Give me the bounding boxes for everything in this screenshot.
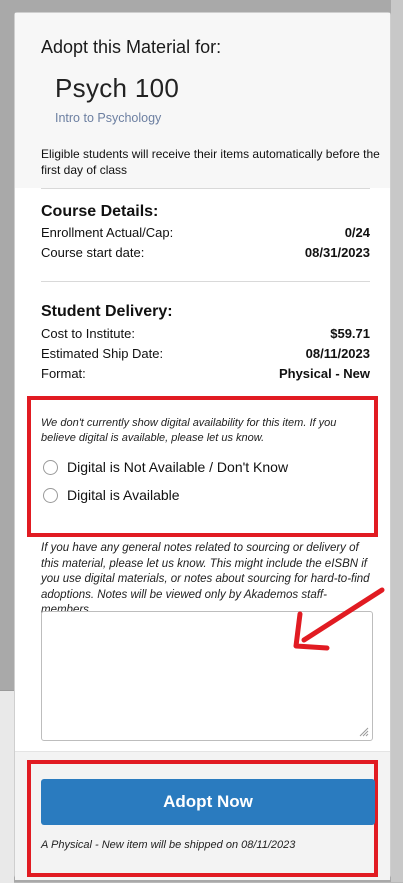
radio-digital-not-available[interactable]: Digital is Not Available / Don't Know [43,459,288,475]
background-panel [0,690,14,883]
radio-circle-icon[interactable] [43,459,58,475]
divider [41,188,370,189]
detail-row: Enrollment Actual/Cap: 0/24 [41,225,370,240]
delivery-row: Cost to Institute: $59.71 [41,326,370,341]
delivery-value: Physical - New [278,366,370,381]
adopt-now-button[interactable]: Adopt Now [41,779,375,825]
radio-label: Digital is Not Available / Don't Know [67,459,289,475]
radio-label: Digital is Available [67,487,180,503]
detail-label: Enrollment Actual/Cap: [41,225,174,240]
digital-availability-note: We don't currently show digital availabi… [41,417,337,444]
notes-textarea[interactable] [41,611,373,741]
delivery-row: Format: Physical - New [41,366,370,381]
radio-circle-icon[interactable] [43,487,58,503]
detail-row: Course start date: 08/31/2023 [41,245,370,260]
delivery-value: 08/11/2023 [305,346,370,361]
delivery-row: Estimated Ship Date: 08/11/2023 [41,346,370,361]
background-gap [391,0,403,882]
resize-handle-icon[interactable] [357,725,369,737]
ship-note: A Physical - New item will be shipped on… [41,839,296,851]
course-code: Psych 100 [55,73,180,103]
course-name: Intro to Psychology [55,111,162,125]
divider [41,281,370,282]
delivery-label: Estimated Ship Date: [41,346,164,361]
adopt-for-label: Adopt this Material for: [41,37,222,57]
student-delivery-title: Student Delivery: [41,303,173,320]
eligible-note: Eligible students will receive their ite… [41,147,380,177]
detail-value: 08/31/2023 [304,245,370,260]
delivery-value: $59.71 [330,326,370,341]
detail-label: Course start date: [41,245,145,260]
delivery-label: Format: [41,366,86,381]
detail-value: 0/24 [344,225,370,240]
adoption-card: Adopt this Material for: Psych 100 Intro… [14,12,391,880]
delivery-label: Cost to Institute: [41,326,135,341]
course-details-title: Course Details: [41,203,159,220]
radio-digital-available[interactable]: Digital is Available [43,487,180,503]
notes-help-text: If you have any general notes related to… [41,542,370,616]
